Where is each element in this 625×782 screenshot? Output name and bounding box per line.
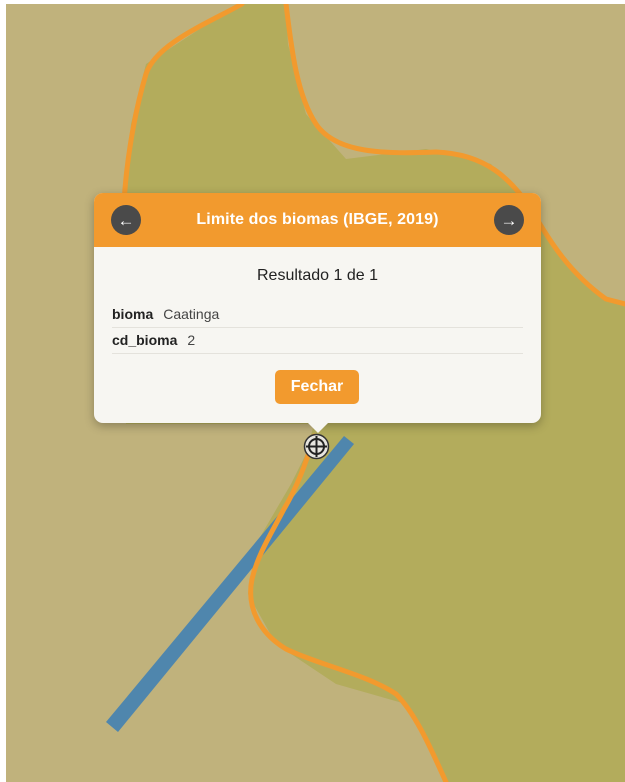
attribute-key: bioma [112,306,154,322]
next-result-button[interactable]: → [494,205,524,235]
popup-pointer [306,421,330,433]
close-button[interactable]: Fechar [275,370,359,404]
attribute-row: cd_bioma 2 [112,328,523,354]
attribute-row: bioma Caatinga [112,302,523,328]
popup-title: Limite dos biomas (IBGE, 2019) [196,211,439,228]
target-crosshair-icon[interactable] [303,433,330,460]
previous-result-button[interactable]: ← [111,205,141,235]
attribute-value: 2 [187,332,196,348]
attribute-key: cd_bioma [112,332,178,348]
arrow-right-icon: → [500,210,518,230]
result-count: Resultado 1 de 1 [257,267,378,284]
attribute-value: Caatinga [163,306,220,322]
feature-info-popup: ← Limite dos biomas (IBGE, 2019) → Resul… [94,193,541,433]
attribute-table: bioma Caatinga cd_bioma 2 [112,302,523,354]
arrow-left-icon: ← [117,210,135,230]
popup-header: ← Limite dos biomas (IBGE, 2019) → [94,193,541,247]
